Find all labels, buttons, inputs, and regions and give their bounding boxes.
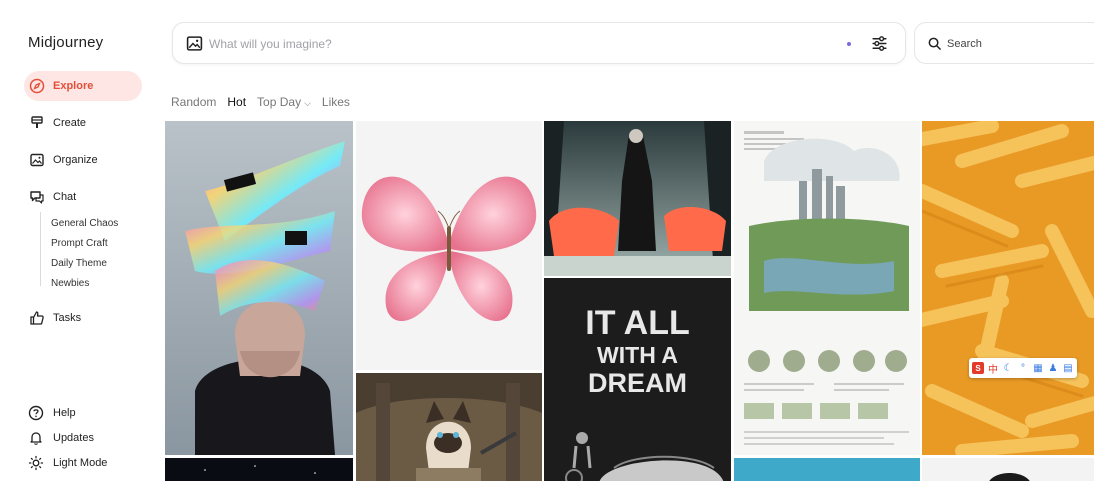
compass-icon — [29, 78, 45, 94]
ime-language-toggle[interactable]: 中 — [987, 362, 999, 376]
image-tile-teal[interactable] — [734, 458, 920, 481]
cat-warrior-artwork — [356, 373, 542, 481]
thumbs-up-icon — [29, 310, 45, 326]
punctuation-icon[interactable]: ° — [1017, 362, 1029, 374]
updates-link[interactable]: Updates — [28, 428, 94, 448]
filter-likes[interactable]: Likes — [322, 95, 350, 109]
ime-toolbar[interactable]: S 中 ☾ ° ▦ ♟ ▤ — [969, 358, 1077, 378]
image-tile-cat[interactable] — [356, 373, 542, 481]
image-icon[interactable] — [186, 35, 203, 52]
feed-filters: Random Hot Top Day ⌵ Likes — [171, 95, 350, 109]
image-tile-butterfly[interactable] — [356, 121, 542, 370]
light-mode-label: Light Mode — [53, 457, 108, 469]
moon-icon[interactable]: ☾ — [1002, 362, 1014, 374]
filter-hot[interactable]: Hot — [227, 95, 246, 109]
nav-chat-label: Chat — [53, 191, 77, 203]
poster-line-1: IT ALL — [585, 304, 690, 342]
sliders-icon[interactable] — [870, 34, 889, 53]
image-icon — [29, 152, 45, 168]
chat-room-newbies[interactable]: Newbies — [51, 278, 89, 289]
nav-explore[interactable]: Explore — [24, 71, 142, 101]
prompt-bar — [172, 22, 906, 64]
help-link[interactable]: Help — [28, 403, 76, 423]
teal-artwork — [734, 458, 920, 481]
image-tile-tigers[interactable] — [544, 121, 731, 276]
search-input[interactable] — [947, 35, 1087, 53]
image-tile-person[interactable] — [922, 458, 1094, 481]
image-tile-night[interactable] — [165, 458, 353, 481]
image-grid: IT ALL WITH A DREAM — [165, 121, 1094, 481]
tree-line — [40, 212, 41, 286]
nav-organize-label: Organize — [53, 154, 98, 166]
night-sky-artwork — [165, 458, 353, 481]
question-icon — [28, 405, 44, 421]
help-label: Help — [53, 407, 76, 419]
tigers-artwork — [544, 121, 731, 276]
skin-icon[interactable]: ▤ — [1062, 362, 1074, 374]
nav-create[interactable]: Create — [24, 108, 142, 138]
ime-logo-icon: S — [972, 362, 984, 374]
search-icon — [928, 37, 941, 50]
keyboard-icon[interactable]: ▦ — [1032, 362, 1044, 374]
portrait-artwork — [165, 121, 353, 455]
updates-label: Updates — [53, 432, 94, 444]
fries-artwork — [922, 121, 1094, 455]
paintbrush-icon — [29, 115, 45, 131]
filter-random[interactable]: Random — [171, 95, 216, 109]
sidebar: Midjourney Explore Create Organize Chat … — [0, 0, 158, 481]
user-icon[interactable]: ♟ — [1047, 362, 1059, 374]
person-artwork — [922, 458, 1094, 481]
bell-icon — [30, 432, 42, 445]
chevron-down-icon: ⌵ — [304, 98, 311, 108]
nav-create-label: Create — [53, 117, 87, 129]
nav-tasks-label: Tasks — [53, 312, 82, 324]
search-box — [914, 22, 1094, 64]
chat-bubble-icon — [29, 189, 45, 205]
poster-line-3: DREAM — [588, 368, 687, 398]
image-tile-architecture[interactable] — [734, 121, 920, 455]
image-tile-poster[interactable]: IT ALL WITH A DREAM — [544, 278, 731, 481]
nav-organize[interactable]: Organize — [24, 145, 142, 175]
nav-explore-label: Explore — [53, 80, 94, 92]
chat-room-general-chaos[interactable]: General Chaos — [51, 218, 118, 229]
sun-icon — [28, 455, 44, 471]
nav-tasks[interactable]: Tasks — [24, 303, 142, 333]
filter-top-day[interactable]: Top Day ⌵ — [257, 95, 311, 109]
image-tile-fries[interactable] — [922, 121, 1094, 455]
status-dot — [847, 42, 851, 46]
light-mode-toggle[interactable]: Light Mode — [28, 453, 107, 473]
butterfly-artwork — [356, 121, 542, 370]
nav-chat[interactable]: Chat — [24, 182, 142, 212]
poster-line-2: WITH A — [597, 342, 678, 368]
chat-room-daily-theme[interactable]: Daily Theme — [51, 258, 107, 269]
filter-top-day-label: Top Day — [257, 95, 302, 109]
image-tile-portrait[interactable] — [165, 121, 353, 455]
chat-room-prompt-craft[interactable]: Prompt Craft — [51, 238, 108, 249]
brand-logo[interactable]: Midjourney — [28, 34, 103, 51]
architecture-sheet-artwork — [734, 121, 920, 455]
prompt-input[interactable] — [209, 34, 809, 54]
